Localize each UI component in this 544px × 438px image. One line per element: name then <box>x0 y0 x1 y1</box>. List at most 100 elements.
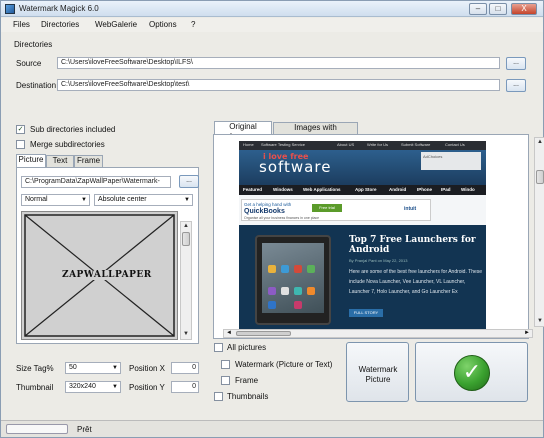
checkmark-icon: ✓ <box>454 355 490 391</box>
site-nav-item: Contact Us <box>445 142 465 147</box>
banner-button: Free trial <box>312 204 342 212</box>
watermark-path-field[interactable]: C:\ProgramData\ZapWallPaper\Watermark- <box>21 176 171 188</box>
watermark-picture-button[interactable]: Watermark Picture <box>346 342 409 402</box>
ok-button[interactable]: ✓ <box>415 342 528 402</box>
minimize-button[interactable]: – <box>469 3 487 15</box>
source-field[interactable]: C:\Users\iloveFreeSoftware\Desktop\ILFS\ <box>57 57 500 69</box>
app-icon <box>5 4 15 14</box>
size-value: 50 <box>69 364 77 371</box>
title-bar: Watermark Magick 6.0 – □ X <box>1 1 543 17</box>
article-meta: By Pranjal Pant on May 22, 2013 <box>349 258 408 263</box>
site-ad: AdChoices <box>421 152 481 170</box>
close-button[interactable]: X <box>511 3 537 15</box>
merge-checkbox[interactable] <box>16 140 25 149</box>
watermark-checkbox[interactable] <box>221 360 230 369</box>
site-logo: software <box>259 158 332 176</box>
banner-brand-line: QuickBooks <box>244 208 285 215</box>
subdirs-label: Sub directories included <box>30 125 116 134</box>
scroll-thumb[interactable] <box>182 232 190 246</box>
preview-vertical-scrollbar[interactable]: ▲ ▼ <box>534 137 544 327</box>
site-menu-item: Web Applications <box>303 187 341 192</box>
app-icon <box>294 287 302 295</box>
all-pictures-label: All pictures <box>227 343 267 352</box>
site-nav-item: Home <box>243 142 254 147</box>
merge-label: Merge subdirectories <box>30 140 105 149</box>
position-x-field[interactable]: 0 <box>171 362 199 374</box>
watermark-browse-button[interactable]: ... <box>179 175 199 188</box>
scroll-thumb[interactable] <box>536 170 544 184</box>
site-top-nav: Home Software Testing Service About US W… <box>239 141 486 150</box>
subdirs-checkbox[interactable]: ✓ <box>16 125 25 134</box>
watermark-option-label: Watermark (Picture or Text) <box>235 360 333 369</box>
tab-images-with-watermarks[interactable]: Images with watermarks <box>273 122 358 142</box>
site-menu-item: Windo <box>461 187 475 192</box>
thumbnail-select[interactable]: 320x240 ▼ <box>65 381 121 393</box>
scroll-right-icon[interactable]: ► <box>524 330 530 336</box>
app-window: Watermark Magick 6.0 – □ X Files Directo… <box>0 0 544 438</box>
position-x-label: Position X <box>129 364 166 373</box>
menu-webgalerie[interactable]: WebGalerie <box>95 20 137 29</box>
picture-scrollbar[interactable]: ▲ ▼ <box>180 221 192 340</box>
scroll-left-icon[interactable]: ◄ <box>226 330 232 336</box>
position-mode-value: Absolute center <box>98 196 147 203</box>
size-select[interactable]: 50 ▼ <box>65 362 121 374</box>
status-text: Prêt <box>77 425 92 434</box>
blend-mode-value: Normal <box>25 196 48 203</box>
site-menu: Featured Windows Web Applications App St… <box>239 185 486 195</box>
app-icon <box>281 287 289 295</box>
banner-subline: Organise all your business finances in o… <box>244 216 320 220</box>
frame-checkbox[interactable] <box>221 376 230 385</box>
site-menu-item: Windows <box>273 187 293 192</box>
scroll-down-icon[interactable]: ▼ <box>181 330 191 339</box>
position-y-label: Position Y <box>129 383 165 392</box>
article-title: Top 7 Free Launchers for Android <box>349 235 476 255</box>
menu-options[interactable]: Options <box>149 20 177 29</box>
position-mode-select[interactable]: Absolute center ▼ <box>94 194 193 206</box>
scroll-up-icon[interactable]: ▲ <box>535 138 544 147</box>
phone-image <box>255 235 331 325</box>
banner-logo: intuit <box>404 206 417 212</box>
position-y-field[interactable]: 0 <box>171 381 199 393</box>
site-menu-item: IPad <box>441 187 451 192</box>
app-icon <box>294 265 302 273</box>
size-label: Size Tag% <box>16 364 54 373</box>
thumbnails-checkbox[interactable] <box>214 392 223 401</box>
blend-mode-select[interactable]: Normal ▼ <box>21 194 90 206</box>
destination-label: Destination <box>16 81 57 90</box>
checkmark-glyph: ✓ <box>462 360 482 385</box>
tab-original-images[interactable]: Original Images <box>214 121 272 141</box>
thumbnails-label: Thumbnails <box>227 392 269 401</box>
source-label: Source <box>16 59 42 68</box>
tab-text[interactable]: Text <box>46 155 74 167</box>
source-browse-button[interactable]: ... <box>506 57 526 70</box>
site-nav-item: Software Testing Service <box>261 142 305 147</box>
maximize-button[interactable]: □ <box>489 3 507 15</box>
phone-screen <box>262 243 324 313</box>
article-button: FULL STORY <box>349 309 383 317</box>
scroll-thumb[interactable] <box>236 331 291 336</box>
watermark-preview: ZAPWALLPAPER <box>21 211 178 340</box>
menu-help[interactable]: ? <box>191 20 195 29</box>
app-icon <box>307 287 315 295</box>
preview-image: Home Software Testing Service About US W… <box>239 141 486 331</box>
scroll-down-icon[interactable]: ▼ <box>535 317 544 326</box>
menu-files[interactable]: Files <box>13 20 30 29</box>
tab-picture[interactable]: Picture <box>16 154 46 167</box>
thumbnail-label: Thumbnail <box>16 383 54 392</box>
destination-browse-button[interactable]: ... <box>506 79 526 92</box>
window-title: Watermark Magick 6.0 <box>19 4 99 13</box>
chevron-down-icon: ▼ <box>112 384 118 390</box>
menu-directories[interactable]: Directories <box>41 20 79 29</box>
all-pictures-checkbox[interactable] <box>214 343 223 352</box>
directories-group-label: Directories <box>14 40 53 49</box>
app-icon <box>281 265 289 273</box>
destination-field[interactable]: C:\Users\iloveFreeSoftware\Desktop\test\ <box>57 79 500 91</box>
article-text: Here are some of the best free launchers… <box>349 269 483 295</box>
preview-horizontal-scrollbar[interactable]: ◄ ► <box>223 329 533 338</box>
site-article: Top 7 Free Launchers for Android By Pran… <box>239 225 486 331</box>
app-icon <box>268 301 276 309</box>
site-nav-item: Submit Software <box>401 142 431 147</box>
tab-frame[interactable]: Frame <box>74 155 103 167</box>
scroll-up-icon[interactable]: ▲ <box>181 222 191 231</box>
site-nav-item: About US <box>337 142 355 147</box>
